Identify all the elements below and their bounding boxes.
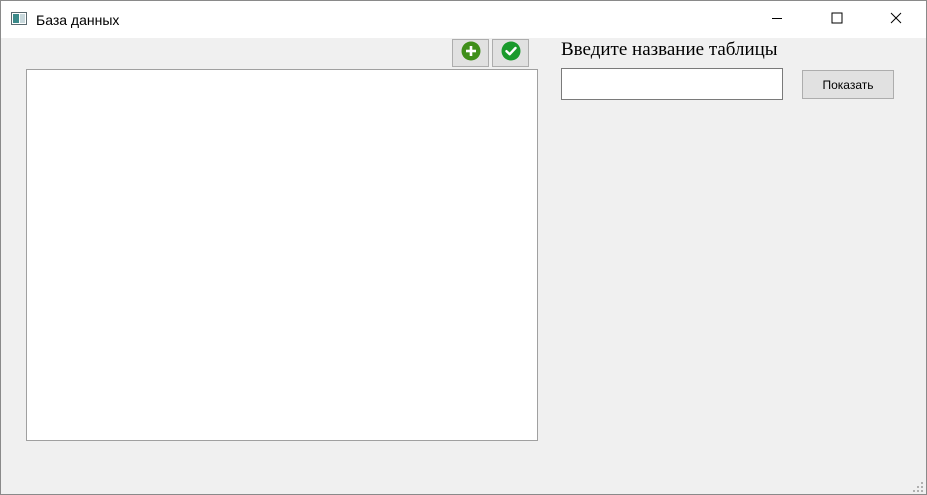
- close-icon: [890, 11, 902, 29]
- plus-circle-icon: [461, 41, 481, 66]
- close-button[interactable]: [873, 1, 919, 38]
- minimize-button[interactable]: [754, 1, 800, 38]
- resize-grip-icon[interactable]: [912, 480, 924, 492]
- app-icon: [11, 12, 27, 25]
- maximize-icon: [831, 11, 843, 29]
- main-window: База данных Введите название таблицы Пок…: [0, 0, 927, 495]
- table-name-label: Введите название таблицы: [561, 39, 778, 60]
- maximize-button[interactable]: [814, 1, 860, 38]
- content-area: Введите название таблицы Показать: [1, 38, 926, 494]
- add-row-button[interactable]: [452, 39, 489, 67]
- window-title: База данных: [36, 12, 120, 28]
- confirm-button[interactable]: [492, 39, 529, 67]
- show-button[interactable]: Показать: [802, 70, 894, 99]
- check-circle-icon: [501, 41, 521, 66]
- title-bar[interactable]: База данных: [1, 1, 926, 38]
- table-name-input[interactable]: [561, 68, 783, 100]
- minimize-icon: [771, 11, 783, 29]
- data-table[interactable]: [26, 69, 538, 441]
